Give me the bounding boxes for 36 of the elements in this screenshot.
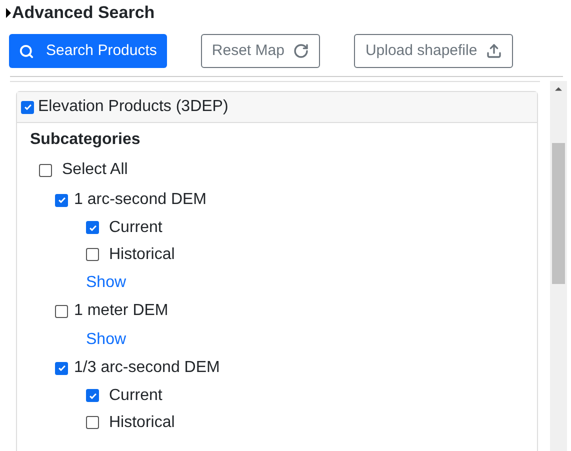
checkbox-label: Historical	[109, 412, 175, 432]
checkbox[interactable]	[39, 164, 52, 176]
scrollbar[interactable]	[550, 81, 567, 451]
checkbox[interactable]	[55, 194, 68, 206]
checkbox[interactable]	[55, 362, 68, 374]
checkbox-label: 1 meter DEM	[74, 301, 168, 321]
checkbox[interactable]	[55, 304, 68, 318]
checkbox-label: 1 arc-second DEM	[74, 190, 206, 210]
checkbox[interactable]	[86, 389, 99, 402]
search-button[interactable]: Search Products	[9, 34, 167, 68]
subcategories-heading: Subcategories	[30, 130, 142, 150]
reset-map-button[interactable]: Reset Map	[200, 34, 320, 68]
checkbox[interactable]	[21, 100, 34, 114]
checkbox[interactable]	[86, 221, 99, 234]
checkbox-label: Current	[109, 218, 162, 238]
upload-button[interactable]: Upload shapefile	[354, 34, 514, 68]
refresh-icon	[293, 43, 310, 59]
caret-icon[interactable]	[6, 8, 11, 18]
scroll-up-icon[interactable]	[555, 87, 562, 91]
checkbox[interactable]	[86, 248, 99, 261]
checkbox-label: Select All	[62, 160, 128, 180]
checkbox-label: Current	[109, 386, 162, 406]
show-link[interactable]: Show	[86, 270, 126, 294]
checkbox[interactable]	[86, 416, 99, 429]
show-link[interactable]: Show	[86, 328, 126, 352]
section-title: Advanced Search	[12, 2, 155, 24]
checkbox-label: 1/3 arc-second DEM	[74, 358, 220, 378]
checkmark-icon	[56, 363, 66, 373]
checkmark-icon	[22, 102, 32, 112]
search-icon	[19, 44, 34, 58]
checkmark-icon	[56, 195, 66, 205]
checkmark-icon	[88, 390, 98, 400]
upload-icon	[486, 43, 502, 59]
checkmark-icon	[88, 222, 98, 232]
checkbox-label: Historical	[109, 244, 175, 264]
category-label: Elevation Products (3DEP)	[38, 97, 228, 117]
